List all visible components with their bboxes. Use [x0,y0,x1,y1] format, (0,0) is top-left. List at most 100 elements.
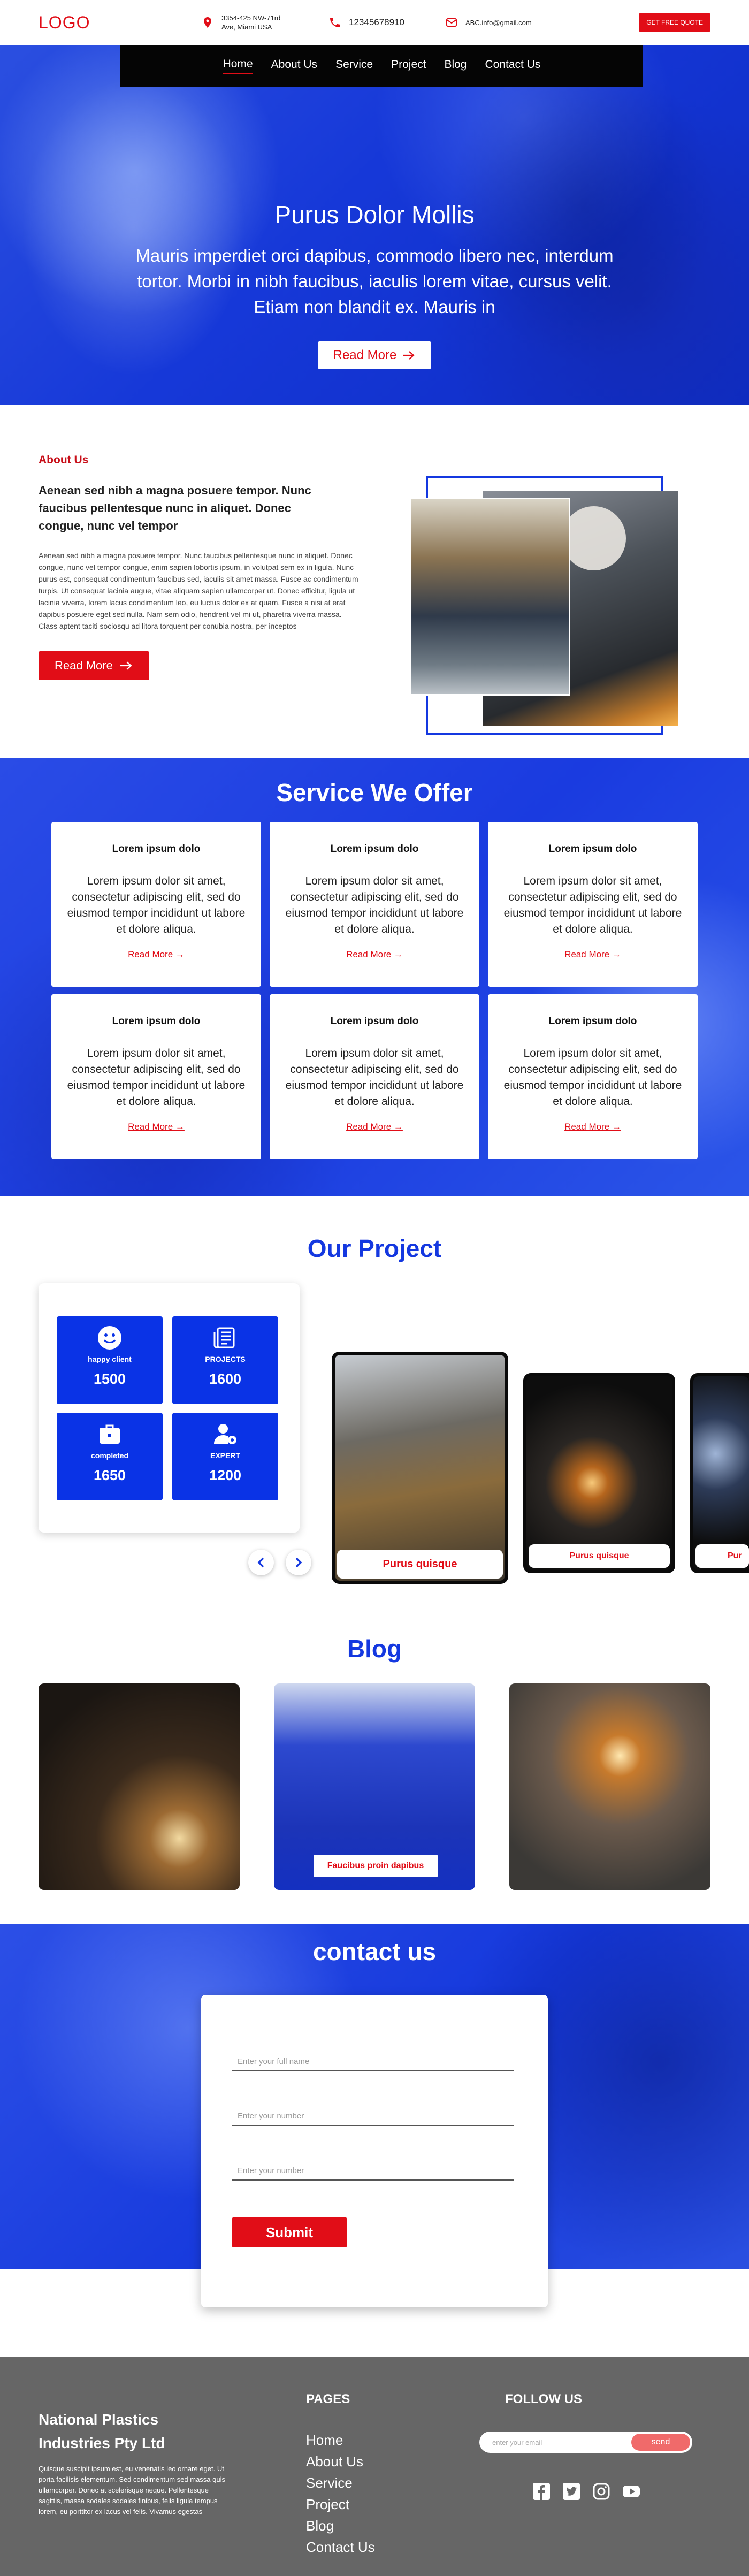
stat-value: 1600 [209,1371,242,1387]
service-card: Lorem ipsum dolo Lorem ipsum dolor sit a… [51,994,261,1159]
hero-text: Mauris imperdiet orci dapibus, commodo l… [135,246,614,317]
footer-brand: National Plastics Industries Pty Ltd [39,2411,165,2451]
newsletter-email-input[interactable] [492,2438,626,2447]
email-address[interactable]: ABC.info@gmail.com [465,19,532,27]
stat-completed: completed 1650 [57,1413,163,1500]
facebook-icon[interactable] [532,2482,551,2501]
blog-caption[interactable]: Faucibus proin dapibus [314,1855,438,1877]
about-eyebrow: About Us [39,454,89,466]
service-card: Lorem ipsum dolo Lorem ipsum dolor sit a… [270,994,479,1159]
footer-links: Home About Us Service Project Blog Conta… [306,2429,375,2558]
hero-title: Purus Dolor Mollis [274,201,475,228]
get-free-quote-button[interactable]: GET FREE QUOTE [639,13,710,32]
full-name-field[interactable] [232,2053,514,2071]
twitter-icon[interactable] [562,2482,581,2501]
service-read-more-link[interactable]: Read More → [128,949,185,960]
project-title: Our Project [307,1234,442,1262]
project-card-label: Purus quisque [529,1544,670,1568]
stats-panel: happy client 1500 PROJECTS 1600 complete… [39,1283,300,1533]
footer-link-project[interactable]: Project [306,2496,349,2512]
blog-card-welding[interactable] [39,1683,240,1890]
blog-section: Blog Faucibus proin dapibus [0,1603,749,1924]
service-card-text: Lorem ipsum dolor sit amet, consectetur … [503,1047,682,1108]
service-card-title: Lorem ipsum dolo [112,1016,201,1027]
project-card[interactable]: Pur [690,1373,749,1573]
nav-about-us[interactable]: About Us [271,58,317,73]
service-card-text: Lorem ipsum dolor sit amet, consectetur … [503,875,682,935]
blog-card-workshop[interactable] [509,1683,710,1890]
location-pin-icon [204,17,211,28]
footer-link-blog[interactable]: Blog [306,2518,334,2534]
contact-title: contact us [312,1938,437,1965]
service-read-more-link[interactable]: Read More → [346,949,403,960]
contact-section: contact us Submit [0,1924,749,2307]
footer: National Plastics Industries Pty Ltd Qui… [0,2357,749,2576]
arrow-right-icon [403,351,415,360]
about-section: About Us Aenean sed nibh a magna posuere… [0,405,749,758]
about-body: Aenean sed nibh a magna posuere tempor. … [39,551,358,630]
hero-content: Purus Dolor Mollis Mauris imperdiet orci… [0,200,749,369]
user-gear-icon [214,1424,236,1444]
service-read-more-link[interactable]: Read More → [128,1122,185,1132]
project-card[interactable]: Purus quisque [332,1352,508,1584]
stat-label: completed [90,1451,128,1460]
services-section: Service We Offer Lorem ipsum dolo Lorem … [0,758,749,1196]
address-line-1: 3354-425 NW-71rd [221,14,281,22]
footer-link-home[interactable]: Home [306,2432,343,2448]
nav-contact-us[interactable]: Contact Us [485,58,540,73]
logo[interactable]: LOGO [39,13,199,33]
about-image-worker-metal [410,498,570,696]
nav-project[interactable]: Project [391,58,426,73]
project-image [526,1376,672,1570]
address-line-2: Ave, Miami USA [221,23,272,31]
about-read-more-label: Read More [55,659,113,672]
hero-read-more-button[interactable]: Read More [318,341,431,369]
hero-section: Home About Us Service Project Blog Conta… [0,45,749,405]
footer-link-service[interactable]: Service [306,2475,353,2491]
project-card[interactable]: Purus quisque [523,1373,675,1573]
service-card: Lorem ipsum dolo Lorem ipsum dolor sit a… [270,822,479,987]
newspaper-icon [213,1327,235,1348]
phone-icon [330,18,340,27]
instagram-icon[interactable] [592,2482,611,2501]
arrow-right-icon [120,661,132,670]
phone-number[interactable]: 12345678910 [349,17,404,28]
follow-heading: FOLLOW US [505,2392,582,2406]
project-image [693,1376,749,1570]
submit-button[interactable]: Submit [232,2217,347,2247]
number-field[interactable] [232,2107,514,2126]
footer-link-contact-us[interactable]: Contact Us [306,2539,375,2555]
service-read-more-link[interactable]: Read More → [564,949,621,960]
youtube-icon[interactable] [622,2482,641,2501]
stat-value: 1650 [93,1467,126,1483]
chevron-left-icon [257,1557,264,1568]
blog-card-gloves[interactable]: Faucibus proin dapibus [274,1683,475,1890]
about-image-worker-helmet [562,506,626,570]
about-read-more-button[interactable]: Read More [39,651,149,680]
carousel-next-button[interactable] [286,1550,311,1575]
number-field-2[interactable] [232,2162,514,2181]
service-card-text: Lorem ipsum dolor sit amet, consectetur … [285,875,464,935]
nav-service[interactable]: Service [335,58,373,73]
about-text-block: About Us Aenean sed nibh a magna posuere… [39,454,360,680]
project-card-label: Purus quisque [337,1550,503,1579]
services-grid: Lorem ipsum dolo Lorem ipsum dolor sit a… [51,822,698,1159]
nav-home[interactable]: Home [223,58,253,74]
service-card-text: Lorem ipsum dolor sit amet, consectetur … [285,1047,464,1108]
smiley-icon [98,1326,121,1350]
service-read-more-link[interactable]: Read More → [346,1122,403,1132]
footer-link-about-us[interactable]: About Us [306,2453,363,2470]
footer-about: Quisque suscipit ipsum est, eu venenatis… [39,2465,225,2516]
service-card: Lorem ipsum dolo Lorem ipsum dolor sit a… [488,994,698,1159]
send-button[interactable]: send [631,2434,690,2451]
briefcase-icon [100,1424,120,1444]
service-card-title: Lorem ipsum dolo [330,1016,419,1027]
hero-read-more-label: Read More [333,348,397,362]
service-card-text: Lorem ipsum dolor sit amet, consectetur … [67,875,246,935]
carousel-prev-button[interactable] [248,1550,274,1575]
about-lead: Aenean sed nibh a magna posuere tempor. … [39,484,311,532]
nav-blog[interactable]: Blog [444,58,467,73]
chevron-right-icon [295,1557,302,1568]
service-read-more-link[interactable]: Read More → [564,1122,621,1132]
contact-form: Submit [201,1995,548,2307]
